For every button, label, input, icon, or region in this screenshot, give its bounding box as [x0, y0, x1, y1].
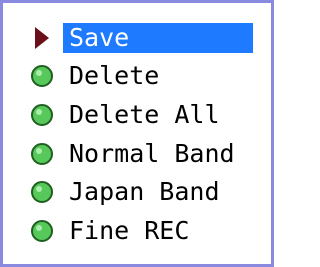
- triangle-right-icon: [29, 25, 55, 51]
- menu-item-fine-rec[interactable]: Fine REC: [29, 214, 261, 248]
- green-dot-icon: [29, 218, 55, 244]
- menu-item-label: Save: [63, 23, 253, 53]
- menu-item-label: Fine REC: [69, 216, 190, 245]
- green-dot-icon: [29, 141, 55, 167]
- menu-item-label: Normal Band: [69, 139, 235, 168]
- menu-item-japan-band[interactable]: Japan Band: [29, 175, 261, 209]
- menu-item-delete-all[interactable]: Delete All: [29, 98, 261, 132]
- menu-item-save[interactable]: Save: [29, 21, 261, 55]
- menu-item-normal-band[interactable]: Normal Band: [29, 137, 261, 171]
- menu-item-label: Delete: [69, 61, 160, 90]
- menu-item-delete[interactable]: Delete: [29, 59, 261, 93]
- menu-item-label: Delete All: [69, 100, 220, 129]
- green-dot-icon: [29, 102, 55, 128]
- menu-item-label: Japan Band: [69, 177, 220, 206]
- green-dot-icon: [29, 179, 55, 205]
- context-menu: Save Delete Delete All Normal Band Japan…: [0, 0, 274, 267]
- green-dot-icon: [29, 63, 55, 89]
